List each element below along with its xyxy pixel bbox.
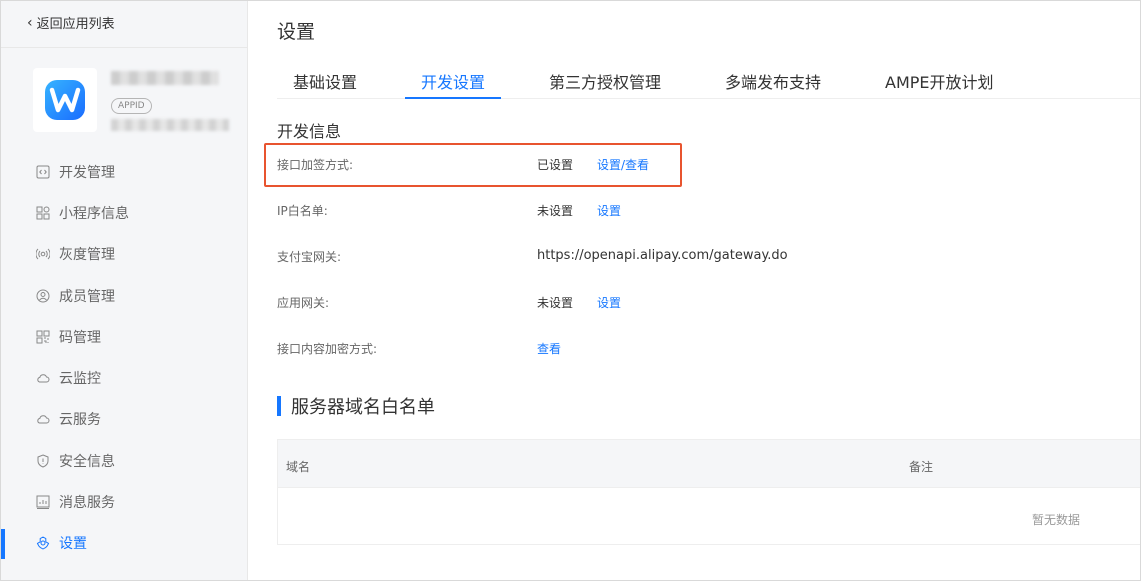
- api-signing-set-view-link[interactable]: 设置/查看: [597, 156, 649, 173]
- sidebar-item-label: 开发管理: [59, 164, 115, 181]
- appid-value-redacted: [111, 119, 229, 131]
- server-whitelist-title: 服务器域名白名单: [291, 397, 435, 418]
- active-tab-indicator: [405, 97, 501, 99]
- back-to-app-list-link[interactable]: ‹ 返回应用列表: [27, 13, 115, 33]
- app-logo-icon: [45, 80, 85, 120]
- tab-multi-platform[interactable]: 多端发布支持: [725, 69, 821, 93]
- row-status: 未设置: [537, 296, 574, 310]
- sidebar-item-label: 消息服务: [59, 495, 115, 512]
- sidebar-item-code-management[interactable]: 码管理: [1, 316, 248, 357]
- chart-icon: [36, 495, 50, 510]
- sidebar-item-label: 安全信息: [59, 453, 115, 470]
- sidebar-item-message-service[interactable]: 消息服务: [1, 481, 248, 522]
- appid-badge: APPID: [111, 98, 152, 114]
- row-alipay-gateway: 支付宝网关: https://openapi.alipay.com/gatewa…: [277, 248, 1097, 268]
- page-title: 设置: [277, 21, 316, 43]
- row-app-gateway: 应用网关: 未设置 设置: [277, 294, 1097, 314]
- column-header-domain: 域名: [286, 460, 311, 474]
- table-header: 域名 备注: [278, 440, 1140, 488]
- sidebar-item-label: 小程序信息: [59, 205, 129, 222]
- sidebar-item-label: 云服务: [59, 412, 101, 429]
- app-name-redacted: [111, 71, 219, 85]
- shield-icon: [36, 454, 50, 468]
- sidebar-item-gray-release[interactable]: 灰度管理: [1, 234, 248, 275]
- sidebar-nav: 开发管理 小程序信息 灰度管理 成员管理 码管理 云监控 云服务 安全信息 消息…: [1, 151, 248, 564]
- tab-ampe-program[interactable]: AMPE开放计划: [885, 69, 994, 93]
- sidebar-item-label: 设置: [59, 536, 87, 553]
- broadcast-icon: [36, 247, 50, 261]
- row-label: 支付宝网关:: [277, 250, 342, 264]
- row-label: 接口加签方式:: [277, 158, 354, 172]
- server-whitelist-header: 服务器域名白名单: [277, 395, 435, 418]
- settings-tabs: 基础设置 开发设置 第三方授权管理 多端发布支持 AMPE开放计划: [277, 63, 1140, 99]
- row-ip-whitelist: IP白名单: 未设置 设置: [277, 202, 1097, 222]
- sidebar-divider: [1, 47, 248, 48]
- sidebar: ‹ 返回应用列表 APPID 开发管理 小程序信息 灰度管理 成员管理 码管理 …: [1, 1, 248, 580]
- server-whitelist-table: 域名 备注 暂无数据: [277, 439, 1140, 545]
- row-api-signing: 接口加签方式: 已设置 设置/查看: [277, 156, 1097, 176]
- user-circle-icon: [36, 289, 50, 303]
- main-content: 设置 基础设置 开发设置 第三方授权管理 多端发布支持 AMPE开放计划 开发信…: [249, 1, 1140, 580]
- tab-dev-settings[interactable]: 开发设置: [421, 69, 485, 93]
- content-encryption-view-link[interactable]: 查看: [537, 340, 561, 357]
- code-icon: [36, 165, 50, 179]
- app-logo: [33, 68, 97, 132]
- ip-whitelist-set-link[interactable]: 设置: [597, 202, 621, 219]
- app-window: ‹ 返回应用列表 APPID 开发管理 小程序信息 灰度管理 成员管理 码管理 …: [0, 0, 1141, 581]
- tab-third-party-auth[interactable]: 第三方授权管理: [549, 69, 661, 93]
- tab-basic-settings[interactable]: 基础设置: [293, 69, 357, 93]
- cloud-icon: [36, 371, 50, 385]
- sidebar-item-cloud-monitor[interactable]: 云监控: [1, 357, 248, 398]
- dev-info-title: 开发信息: [277, 122, 342, 141]
- sidebar-item-miniprogram-info[interactable]: 小程序信息: [1, 192, 248, 233]
- back-label: 返回应用列表: [36, 17, 115, 32]
- row-status: 已设置: [537, 158, 574, 172]
- alipay-gateway-url: https://openapi.alipay.com/gateway.do: [537, 248, 788, 263]
- sidebar-item-label: 云监控: [59, 371, 101, 388]
- chevron-left-icon: ‹: [27, 14, 33, 31]
- sidebar-item-label: 灰度管理: [59, 247, 115, 264]
- sidebar-item-label: 码管理: [59, 329, 101, 346]
- section-accent-bar: [277, 396, 281, 416]
- grid-icon: [36, 206, 50, 220]
- sidebar-item-dev-management[interactable]: 开发管理: [1, 151, 248, 192]
- gear-icon: [36, 536, 50, 550]
- qrcode-icon: [36, 330, 50, 344]
- empty-state-text: 暂无数据: [1032, 513, 1081, 527]
- cloud-icon: [36, 412, 50, 426]
- app-gateway-set-link[interactable]: 设置: [597, 294, 621, 311]
- sidebar-item-cloud-service[interactable]: 云服务: [1, 399, 248, 440]
- row-label: 应用网关:: [277, 296, 330, 310]
- row-content-encryption: 接口内容加密方式: 查看: [277, 340, 1097, 360]
- sidebar-item-members[interactable]: 成员管理: [1, 275, 248, 316]
- sidebar-item-security-info[interactable]: 安全信息: [1, 440, 248, 481]
- row-status: 未设置: [537, 204, 574, 218]
- sidebar-item-label: 成员管理: [59, 288, 115, 305]
- column-header-remark: 备注: [909, 460, 934, 474]
- sidebar-item-settings[interactable]: 设置: [1, 523, 248, 564]
- row-label: 接口内容加密方式:: [277, 342, 378, 356]
- row-label: IP白名单:: [277, 204, 328, 218]
